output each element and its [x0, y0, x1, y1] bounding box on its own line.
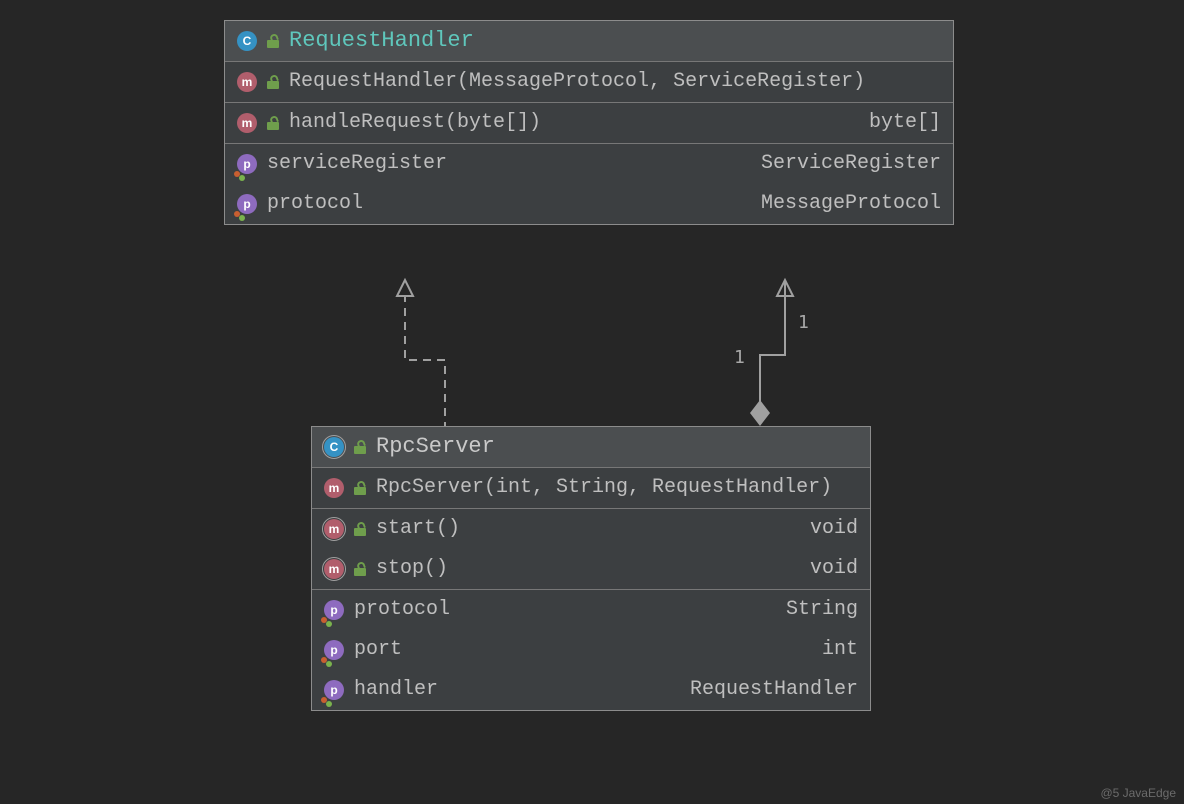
- member-type: MessageProtocol: [761, 190, 941, 218]
- open-lock-icon: [354, 562, 366, 576]
- member-row: m RpcServer(int, String, RequestHandler): [312, 467, 870, 508]
- class-header: C RequestHandler: [225, 21, 953, 61]
- member-row: m handleRequest(byte[]) byte[]: [225, 102, 953, 143]
- class-icon: C: [237, 31, 257, 51]
- open-lock-icon: [267, 116, 279, 130]
- class-header: C RpcServer: [312, 427, 870, 467]
- member-signature: serviceRegister: [267, 150, 447, 178]
- open-lock-icon: [267, 75, 279, 89]
- member-signature: handleRequest(byte[]): [289, 109, 541, 137]
- property-icon: p: [237, 154, 257, 174]
- class-name: RequestHandler: [289, 27, 474, 55]
- open-lock-icon: [354, 440, 366, 454]
- cardinality-2: 1: [734, 347, 745, 368]
- member-row: m RequestHandler(MessageProtocol, Servic…: [225, 61, 953, 102]
- member-row: p protocol String: [312, 589, 870, 630]
- member-row: p port int: [312, 630, 870, 670]
- member-type: String: [786, 596, 858, 624]
- property-icon: p: [324, 680, 344, 700]
- class-request-handler[interactable]: C RequestHandler m RequestHandler(Messag…: [224, 20, 954, 225]
- member-row: m stop() void: [312, 549, 870, 589]
- property-icon: p: [324, 640, 344, 660]
- member-signature: RequestHandler(MessageProtocol, ServiceR…: [289, 68, 865, 96]
- watermark: @5 JavaEdge: [1100, 786, 1176, 800]
- member-signature: start(): [376, 515, 460, 543]
- class-icon: C: [324, 437, 344, 457]
- member-type: byte[]: [869, 109, 941, 137]
- method-icon: m: [324, 519, 344, 539]
- member-type: void: [810, 515, 858, 543]
- member-signature: port: [354, 636, 402, 664]
- open-lock-icon: [267, 34, 279, 48]
- method-icon: m: [324, 559, 344, 579]
- property-icon: p: [324, 600, 344, 620]
- member-signature: RpcServer(int, String, RequestHandler): [376, 474, 832, 502]
- member-signature: protocol: [354, 596, 450, 624]
- member-row: m start() void: [312, 508, 870, 549]
- member-row: p serviceRegister ServiceRegister: [225, 143, 953, 184]
- member-signature: protocol: [267, 190, 363, 218]
- cardinality-1: 1: [798, 312, 809, 333]
- class-rpc-server[interactable]: C RpcServer m RpcServer(int, String, Req…: [311, 426, 871, 711]
- member-type: int: [822, 636, 858, 664]
- method-icon: m: [237, 72, 257, 92]
- member-row: p protocol MessageProtocol: [225, 184, 953, 224]
- open-lock-icon: [354, 522, 366, 536]
- member-signature: handler: [354, 676, 438, 704]
- member-type: RequestHandler: [690, 676, 858, 704]
- diagram-canvas[interactable]: 1 1 C RequestHandler m RequestHandler(Me…: [0, 0, 1184, 804]
- member-type: void: [810, 555, 858, 583]
- member-row: p handler RequestHandler: [312, 670, 870, 710]
- method-icon: m: [324, 478, 344, 498]
- method-icon: m: [237, 113, 257, 133]
- member-type: ServiceRegister: [761, 150, 941, 178]
- property-icon: p: [237, 194, 257, 214]
- member-signature: stop(): [376, 555, 448, 583]
- open-lock-icon: [354, 481, 366, 495]
- class-name: RpcServer: [376, 433, 495, 461]
